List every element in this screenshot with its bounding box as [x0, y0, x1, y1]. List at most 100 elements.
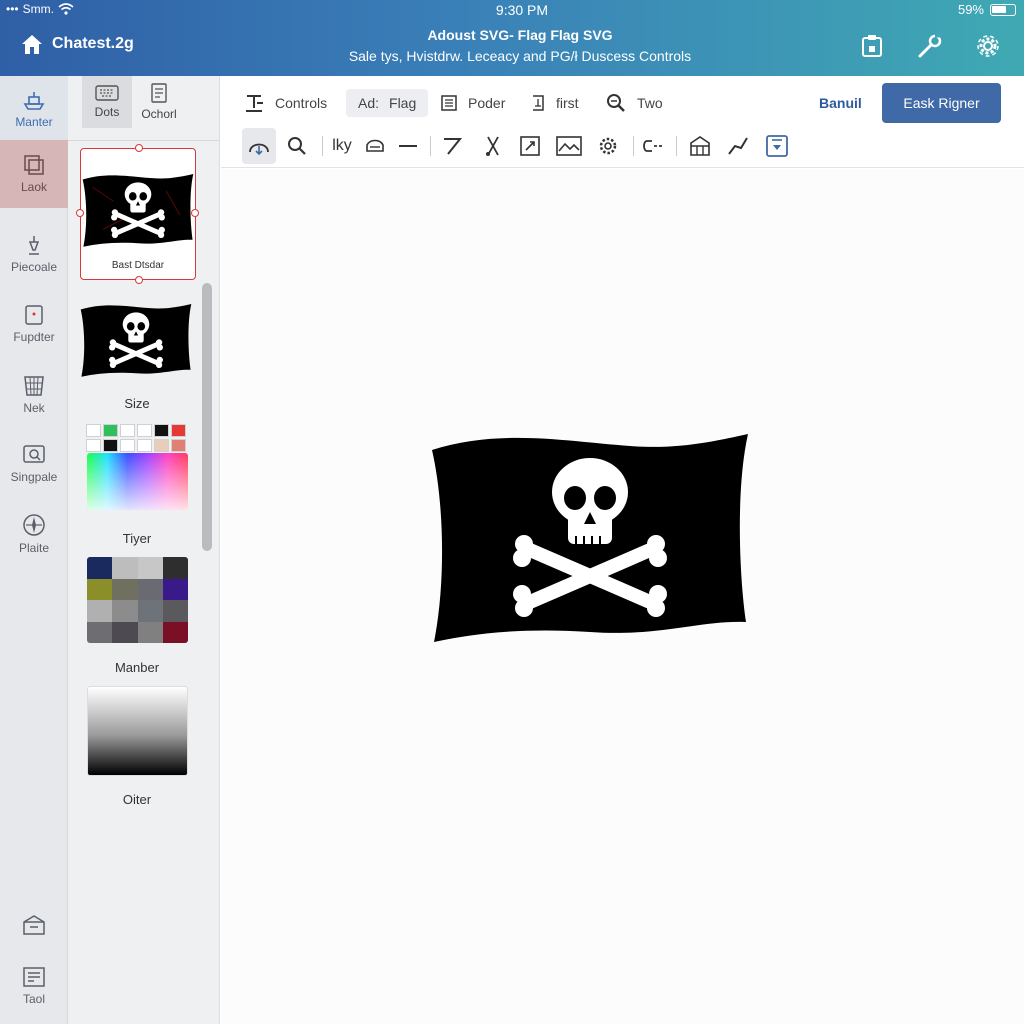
palette-cell[interactable] [112, 557, 138, 579]
dropdown-tool[interactable] [760, 128, 794, 164]
two-label: Two [637, 95, 663, 111]
panel-scrollbar[interactable] [202, 283, 212, 551]
color-swatch[interactable] [86, 439, 101, 452]
palette-cell[interactable] [87, 600, 113, 622]
palette-cell[interactable] [137, 578, 163, 600]
search-icon [288, 137, 306, 155]
image-tool[interactable] [552, 128, 586, 164]
tab-label: Dots [94, 105, 120, 119]
asset-panel: Dots Ochorl Bast Dtsdar Size Tiyer Manbe… [68, 76, 220, 1024]
main-toolbar: Controls Ad: Flag Poder first Two Banuil… [221, 76, 1024, 128]
rail-item-box[interactable] [0, 900, 68, 950]
rail-item-fupdter[interactable]: Fupdter [0, 290, 68, 358]
two-button[interactable]: Two [605, 89, 663, 117]
color-swatch[interactable] [86, 424, 101, 437]
text-tool-icon [246, 95, 263, 112]
color-swatch[interactable] [154, 424, 169, 437]
header-actions [858, 32, 1002, 60]
color-swatch[interactable] [137, 424, 152, 437]
link-tool[interactable] [637, 128, 671, 164]
slash-tool[interactable] [435, 128, 469, 164]
cut-tool[interactable] [476, 128, 510, 164]
pirate-flag-graphic[interactable] [429, 432, 751, 642]
palette-cell[interactable] [112, 621, 138, 643]
palette-cell[interactable] [87, 621, 113, 643]
palette-cell[interactable] [87, 557, 113, 579]
shape-tool[interactable] [242, 128, 276, 164]
gradient-picker[interactable] [87, 686, 188, 776]
add-prefix: Ad: [358, 95, 380, 111]
zoom-tool[interactable] [280, 128, 314, 164]
magnify-icon [607, 94, 625, 112]
first-button[interactable]: first [530, 89, 579, 117]
basket-icon [24, 376, 44, 396]
palette-cell[interactable] [137, 621, 163, 643]
color-swatch[interactable] [103, 424, 118, 437]
palette-cell[interactable] [87, 578, 113, 600]
color-swatch[interactable] [154, 439, 169, 452]
line-tool[interactable] [391, 128, 425, 164]
edit-frame-tool[interactable] [513, 128, 547, 164]
rail-item-manter[interactable]: Manter [0, 76, 68, 144]
flag-thumbnail[interactable] [80, 302, 196, 384]
add-flag-chip[interactable]: Ad: Flag [346, 89, 429, 117]
rail-item-taol[interactable]: Taol [0, 952, 68, 1020]
resize-handle[interactable] [135, 144, 143, 152]
wrench-icon[interactable] [916, 32, 944, 60]
palette-cell[interactable] [162, 557, 188, 579]
color-palette[interactable] [87, 557, 188, 643]
tab-ochorl[interactable]: Ochorl [134, 76, 184, 128]
left-rail: Manter Laok Piecoale Fupdter Nek Singpal… [0, 76, 68, 1024]
settings-tool[interactable] [591, 128, 625, 164]
store-tool[interactable] [683, 128, 717, 164]
palette-cell[interactable] [112, 600, 138, 622]
text-tool[interactable]: lky [325, 128, 359, 164]
palette-cell[interactable] [162, 621, 188, 643]
color-swatch[interactable] [171, 424, 186, 437]
color-swatch[interactable] [120, 424, 135, 437]
color-spectrum-picker[interactable] [87, 453, 188, 510]
rail-item-nek[interactable]: Nek [0, 360, 68, 428]
color-swatch[interactable] [137, 439, 152, 452]
manber-label: Manber [114, 660, 160, 675]
rail-item-label: Piecoale [10, 260, 58, 274]
selected-flag-card[interactable]: Bast Dtsdar [76, 144, 199, 284]
document-icon [25, 305, 43, 325]
rail-item-laok[interactable]: Laok [0, 140, 68, 208]
hat-tool[interactable] [358, 128, 392, 164]
line-icon [399, 145, 417, 147]
palette-cell[interactable] [162, 578, 188, 600]
rail-item-piecoale[interactable]: Piecoale [0, 220, 68, 288]
color-swatch[interactable] [103, 439, 118, 452]
tab-dots[interactable]: Dots [82, 76, 132, 128]
color-swatch[interactable] [171, 439, 186, 452]
clipboard-icon[interactable] [858, 32, 886, 60]
link-icon [643, 140, 664, 152]
palette-cell[interactable] [137, 600, 163, 622]
banuil-link[interactable]: Banuil [819, 95, 862, 111]
palette-cell[interactable] [137, 557, 163, 579]
rail-item-singpale[interactable]: Singpale [0, 430, 68, 498]
controls-button[interactable]: Controls [243, 89, 327, 117]
color-swatch[interactable] [120, 439, 135, 452]
poder-button[interactable]: Poder [440, 89, 505, 117]
design-canvas[interactable] [221, 169, 1024, 1024]
pen-tool[interactable] [721, 128, 755, 164]
panel-divider [68, 140, 220, 141]
palette-cell[interactable] [162, 600, 188, 622]
tool-text: lky [332, 137, 352, 154]
flag-label: Flag [389, 95, 417, 111]
dropdown-box-icon [766, 135, 788, 157]
brand[interactable]: Chatest.2g [20, 32, 134, 56]
palette-cell[interactable] [112, 578, 138, 600]
battery-icon [990, 3, 1016, 16]
page-icon [151, 83, 167, 103]
resize-handle[interactable] [135, 276, 143, 284]
tools-toolbar: lky [221, 128, 1024, 168]
gear-icon[interactable] [974, 32, 1002, 60]
status-right: 59% [958, 2, 1016, 17]
primary-action-button[interactable]: Eask Rigner [882, 83, 1001, 123]
rail-item-plaite[interactable]: Plaite [0, 500, 68, 568]
rail-item-label: Nek [23, 401, 45, 415]
box-icon [23, 915, 45, 935]
